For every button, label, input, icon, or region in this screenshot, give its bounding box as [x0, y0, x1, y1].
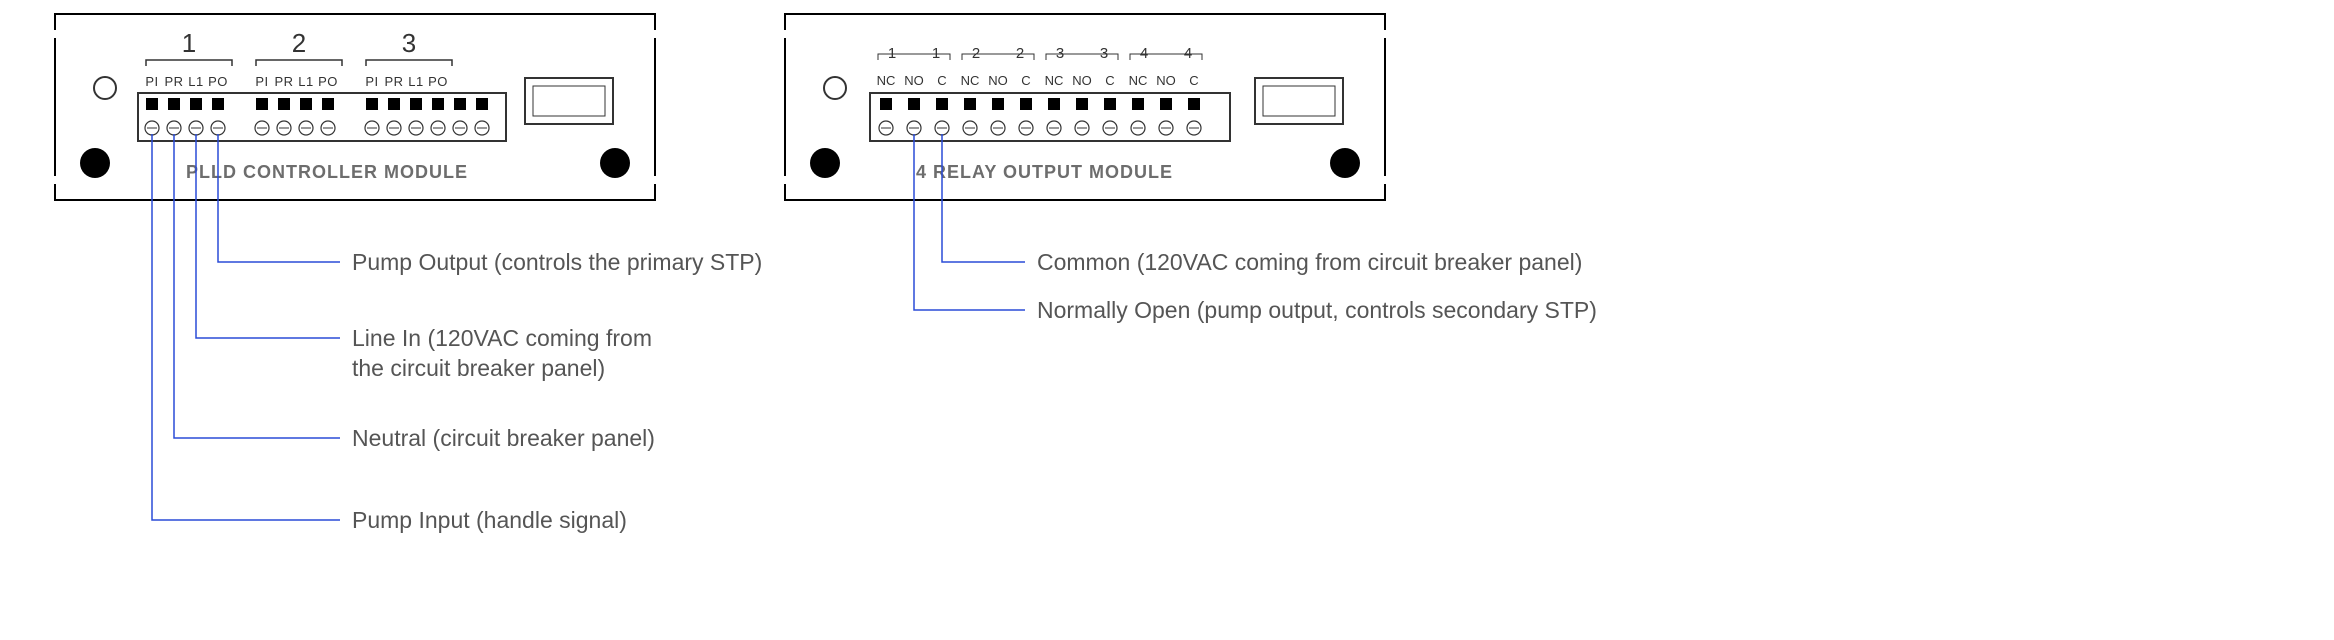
- callout-normally-open: Normally Open (pump output, controls sec…: [1037, 297, 1597, 323]
- r2-no: NO: [988, 73, 1008, 88]
- right-hole: [600, 148, 630, 178]
- r2a: 2: [972, 45, 980, 62]
- r3-nc: NC: [1045, 73, 1064, 88]
- r1-no: NO: [904, 73, 924, 88]
- g2-po: PO: [318, 74, 338, 89]
- r3-c: C: [1105, 73, 1114, 88]
- relay-module: 1 1 2 2 3 3 4 4 NC NO C NC NO C NC NO C: [780, 14, 1390, 200]
- right-hole: [1330, 148, 1360, 178]
- callout-line-in-2: the circuit breaker panel): [352, 355, 605, 381]
- right-callouts: Common (120VAC coming from circuit break…: [1037, 249, 1597, 323]
- left-led: [824, 77, 846, 99]
- r2-nc: NC: [961, 73, 980, 88]
- left-hole: [80, 148, 110, 178]
- r3-no: NO: [1072, 73, 1092, 88]
- callout-neutral: Neutral (circuit breaker panel): [352, 425, 655, 451]
- callout-pump-output: Pump Output (controls the primary STP): [352, 249, 762, 275]
- r1a: 1: [888, 45, 896, 62]
- g1-l1: L1: [188, 74, 203, 89]
- g1-po: PO: [208, 74, 228, 89]
- g2-pi: PI: [255, 74, 268, 89]
- left-callouts: Pump Output (controls the primary STP) L…: [352, 249, 762, 533]
- callout-line-in-1: Line In (120VAC coming from: [352, 325, 652, 351]
- left-hole: [810, 148, 840, 178]
- g1-pr: PR: [164, 74, 183, 89]
- r3b: 3: [1100, 45, 1108, 62]
- r2-c: C: [1021, 73, 1030, 88]
- g3-pi: PI: [365, 74, 378, 89]
- r2b: 2: [1016, 45, 1024, 62]
- r3a: 3: [1056, 45, 1064, 62]
- group-3-label: 3: [402, 28, 416, 58]
- plld-module: 1 2 3: [50, 14, 660, 200]
- g3-po: PO: [428, 74, 448, 89]
- r4b: 4: [1184, 45, 1192, 62]
- r4a: 4: [1140, 45, 1148, 62]
- right-module-title: 4 RELAY OUTPUT MODULE: [916, 162, 1173, 182]
- group-1-label: 1: [182, 28, 196, 58]
- r1-c: C: [937, 73, 946, 88]
- r4-no: NO: [1156, 73, 1176, 88]
- g3-l1: L1: [408, 74, 423, 89]
- r4-c: C: [1189, 73, 1198, 88]
- r1b: 1: [932, 45, 940, 62]
- callout-common: Common (120VAC coming from circuit break…: [1037, 249, 1582, 275]
- r1-nc: NC: [877, 73, 896, 88]
- callout-pump-input: Pump Input (handle signal): [352, 507, 627, 533]
- group-2-label: 2: [292, 28, 306, 58]
- display-window: [525, 78, 613, 124]
- r4-nc: NC: [1129, 73, 1148, 88]
- g3-pr: PR: [384, 74, 403, 89]
- left-led: [94, 77, 116, 99]
- display-window: [1255, 78, 1343, 124]
- g1-pi: PI: [145, 74, 158, 89]
- left-module-title: PLLD CONTROLLER MODULE: [186, 162, 468, 182]
- g2-pr: PR: [274, 74, 293, 89]
- g2-l1: L1: [298, 74, 313, 89]
